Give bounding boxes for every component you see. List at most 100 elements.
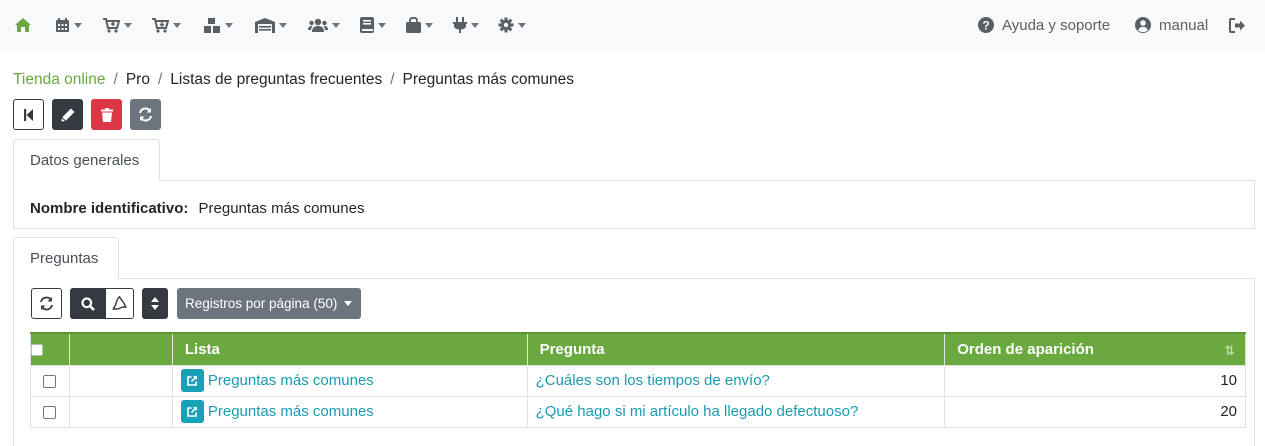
tab-general-data-label: Datos generales <box>30 152 140 169</box>
column-header-orden[interactable]: Orden de aparición ⇅ <box>944 332 1246 366</box>
select-all-cell <box>30 332 70 366</box>
chevron-down-icon <box>471 22 479 28</box>
breadcrumb-item-tienda-online[interactable]: Tienda online <box>13 71 106 89</box>
column-header-orden-label: Orden de aparición <box>957 340 1094 358</box>
home-icon[interactable] <box>14 13 32 37</box>
tab-questions[interactable]: Preguntas <box>13 237 119 279</box>
chevron-down-icon <box>344 301 353 306</box>
lista-link[interactable]: Preguntas más comunes <box>208 372 374 389</box>
pregunta-link[interactable]: ¿Cuáles son los tiempos de envío? <box>536 372 770 389</box>
row-select-cell <box>30 395 70 428</box>
sign-out-icon <box>1229 17 1245 33</box>
table-row: Preguntas más comunes ¿Qué hago si mi ar… <box>30 395 1246 428</box>
edit-button[interactable] <box>52 99 83 130</box>
external-link-icon <box>187 406 197 417</box>
chevron-down-icon <box>425 22 433 28</box>
pregunta-link[interactable]: ¿Qué hago si mi artículo ha llegado defe… <box>536 403 859 420</box>
back-button[interactable] <box>13 99 44 130</box>
chevron-down-icon <box>378 22 386 28</box>
external-link-icon <box>187 375 197 386</box>
refresh-list-button[interactable] <box>31 288 62 319</box>
search-button[interactable] <box>70 288 105 319</box>
svg-text:?: ? <box>982 19 989 33</box>
lista-cell: Preguntas más comunes <box>171 364 528 397</box>
chevron-down-icon <box>173 22 181 28</box>
cart-icon <box>152 17 169 33</box>
user-circle-icon <box>1135 17 1151 33</box>
row-actions-cell <box>68 364 173 397</box>
tab-general-data[interactable]: Datos generales <box>13 139 160 181</box>
lista-cell: Preguntas más comunes <box>171 395 528 428</box>
breadcrumb-item-current: Preguntas más comunes <box>402 71 574 88</box>
select-all-checkbox[interactable] <box>31 343 43 356</box>
reload-button[interactable] <box>130 99 161 130</box>
user-menu[interactable]: manual <box>1135 13 1208 37</box>
chevron-down-icon <box>518 22 526 28</box>
shop-menu[interactable] <box>406 13 433 37</box>
column-header-pregunta[interactable]: Pregunta <box>526 332 946 366</box>
per-page-dropdown[interactable]: Registros por página (50) <box>177 288 361 319</box>
chevron-down-icon <box>74 22 82 28</box>
open-record-button[interactable] <box>180 400 204 423</box>
chevron-down-icon <box>332 22 340 28</box>
users-icon <box>308 18 328 32</box>
cart-plus-icon <box>103 17 120 33</box>
breadcrumb-item-faq-lists: Listas de preguntas frecuentes <box>170 71 383 88</box>
question-circle-icon: ? <box>978 17 994 33</box>
chevron-down-icon <box>124 22 132 28</box>
breadcrumb-item-pro: Pro <box>125 71 150 88</box>
breadcrumb: Tienda online / Pro / Listas de pregunta… <box>13 70 574 90</box>
column-header-lista[interactable]: Lista <box>171 332 528 366</box>
sync-icon <box>139 107 152 122</box>
sort-icon <box>151 297 159 310</box>
sales-menu[interactable] <box>152 13 181 37</box>
identifier-field: Nombre identificativo: Preguntas más com… <box>30 200 364 217</box>
breadcrumb-separator: / <box>113 71 118 88</box>
orden-cell: 20 <box>944 395 1246 428</box>
user-label: manual <box>1159 16 1209 34</box>
tab-questions-label: Preguntas <box>30 250 99 267</box>
logout-button[interactable] <box>1229 13 1254 37</box>
breadcrumb-separator: / <box>157 71 163 88</box>
row-actions-cell <box>68 395 173 428</box>
book-icon <box>360 17 374 33</box>
table-header-row: Lista Pregunta Orden de aparición ⇅ <box>30 332 1246 366</box>
users-menu[interactable] <box>308 13 340 37</box>
chevron-down-icon <box>225 22 233 28</box>
chevron-down-icon <box>279 22 287 28</box>
questions-table: Lista Pregunta Orden de aparición ⇅ Pregu… <box>30 332 1246 428</box>
breadcrumb-separator: / <box>390 71 395 88</box>
row-checkbox[interactable] <box>43 374 57 388</box>
book-menu[interactable] <box>360 13 386 37</box>
clear-filters-button[interactable] <box>105 288 134 319</box>
open-record-button[interactable] <box>180 369 204 392</box>
warehouse-boxes-menu[interactable] <box>203 13 233 37</box>
sync-icon <box>40 296 53 311</box>
table-row: Preguntas más comunes ¿Cuáles son los ti… <box>30 364 1246 397</box>
sort-arrows-icon[interactable]: ⇅ <box>1224 343 1235 359</box>
help-link[interactable]: ? Ayuda y soporte <box>978 13 1110 37</box>
calendar-menu[interactable] <box>55 13 82 37</box>
warehouse-menu[interactable] <box>255 13 287 37</box>
gear-icon <box>498 17 514 33</box>
pregunta-cell: ¿Qué hago si mi artículo ha llegado defe… <box>526 395 946 428</box>
recycle-icon <box>112 296 127 310</box>
delete-button[interactable] <box>91 99 122 130</box>
purchases-menu[interactable] <box>103 13 132 37</box>
general-data-panel: Nombre identificativo: Preguntas más com… <box>13 180 1255 229</box>
warehouse-icon <box>255 17 275 33</box>
lista-link[interactable]: Preguntas más comunes <box>208 403 374 420</box>
pencil-icon <box>61 108 74 121</box>
top-navbar: ? Ayuda y soporte manual <box>0 0 1265 51</box>
boxes-icon <box>204 17 220 33</box>
plugins-menu[interactable] <box>453 13 479 37</box>
identifier-value: Preguntas más comunes <box>198 200 365 217</box>
help-label: Ayuda y soporte <box>1002 16 1111 34</box>
row-checkbox[interactable] <box>43 405 57 419</box>
trash-icon <box>100 107 113 122</box>
sort-button[interactable] <box>142 288 168 319</box>
row-select-cell <box>30 364 70 397</box>
orden-cell: 10 <box>944 364 1246 397</box>
settings-menu[interactable] <box>498 13 526 37</box>
step-backward-icon <box>23 108 33 121</box>
